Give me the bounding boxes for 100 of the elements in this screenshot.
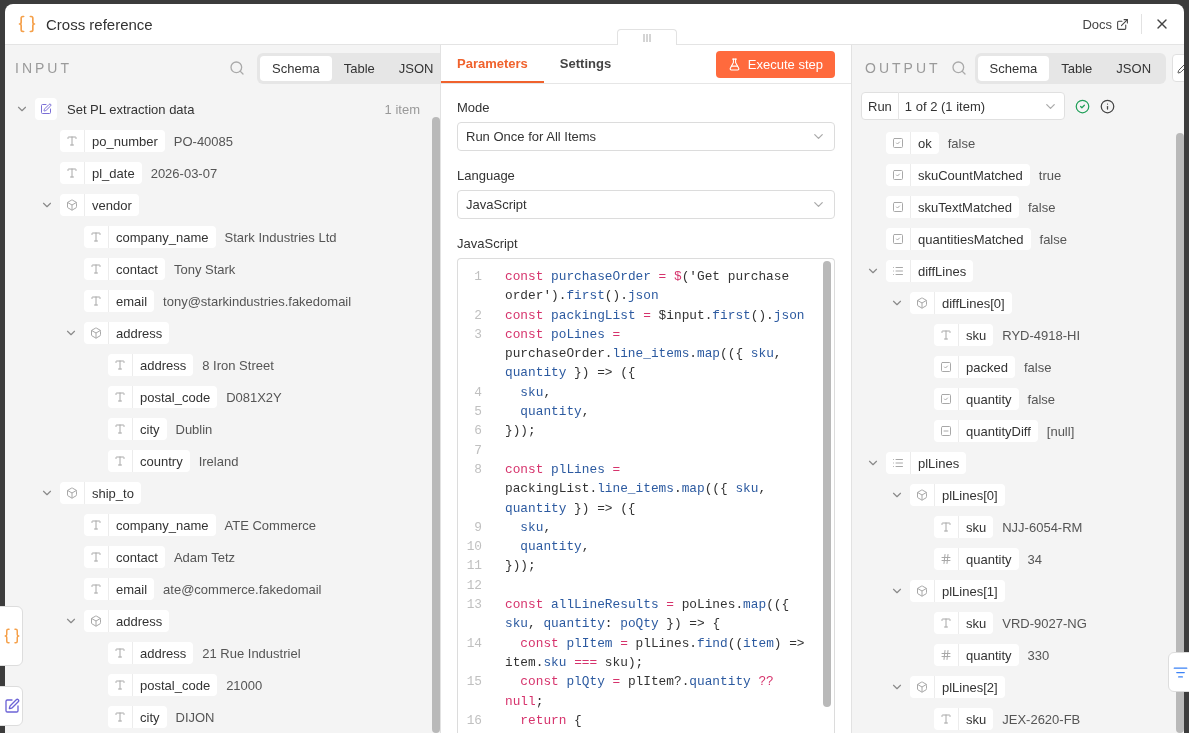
code-line: })); — [505, 422, 537, 441]
field-key: quantityDiff — [934, 420, 1038, 442]
field-label: Language — [457, 168, 516, 183]
field-value: 8 Iron Street — [202, 357, 274, 373]
field-value: Dublin — [175, 421, 213, 437]
field-key: ship_to — [60, 482, 141, 504]
field-key: diffLines — [886, 260, 974, 282]
field-value: [null] — [1046, 423, 1075, 439]
field-key: quantity — [934, 644, 1019, 666]
field-value: Tony Stark — [173, 261, 236, 277]
code-line: sku, — [519, 383, 553, 402]
field-key: po_number — [60, 130, 165, 152]
field-key: country — [108, 450, 190, 472]
field-value: 21000 — [226, 677, 263, 693]
line-number: 15 — [465, 673, 482, 692]
code-line: })); — [505, 557, 537, 576]
field-value: VRD-9027-NG — [1002, 615, 1087, 631]
panel-tab[interactable]: Settings — [543, 45, 628, 83]
code-line: quantity, — [519, 538, 591, 557]
field-value: JEX-2620-FB — [1002, 711, 1081, 727]
field-value: true — [1038, 167, 1062, 183]
field-key: address — [108, 354, 194, 376]
field-key: ok — [886, 132, 939, 154]
code-line: quantity, — [519, 403, 591, 422]
field-value: tony@starkindustries.fakedomail — [163, 293, 352, 309]
language-select[interactable]: JavaScript — [457, 190, 835, 219]
field-key: address — [108, 642, 194, 664]
code-line: const plItem = plLines.find((item) => item.sku === sku); — [505, 634, 806, 672]
line-number: 6 — [473, 422, 482, 441]
field-key: email — [84, 290, 155, 312]
view-tab[interactable]: Table — [1049, 55, 1105, 81]
field-key: plLines[0] — [910, 484, 1005, 506]
item-count: 1 item — [384, 101, 420, 117]
line-number: 12 — [465, 576, 482, 595]
mode-select[interactable]: Run Once for All Items — [457, 122, 835, 151]
field-key: skuTextMatched — [886, 196, 1019, 218]
field-key: quantity — [934, 548, 1019, 570]
field-key: address — [84, 322, 170, 344]
line-number: 14 — [465, 634, 482, 653]
source-node-name: Set PL extraction data — [67, 101, 196, 117]
field-value: D081X2Y — [226, 389, 282, 405]
field-key: city — [108, 418, 167, 440]
line-number: 11 — [465, 557, 482, 576]
field-value: Ireland — [198, 453, 239, 469]
line-number: 10 — [465, 538, 482, 557]
field-value: NJJ-6054-RM — [1002, 519, 1083, 535]
line-number: 7 — [473, 441, 482, 460]
field-value: Adam Tetz — [173, 549, 236, 565]
field-value: RYD-4918-HI — [1002, 327, 1081, 343]
field-value: 330 — [1027, 647, 1050, 663]
view-tab[interactable]: JSON — [386, 55, 440, 81]
field-value: DIJON — [175, 709, 215, 725]
field-value: false — [1027, 199, 1056, 215]
view-tab[interactable]: Schema — [260, 55, 332, 81]
field-value: false — [947, 135, 976, 151]
field-value: 2026-03-07 — [150, 165, 218, 181]
code-line: const plQty = plItem?.quantity ?? null; — [505, 673, 775, 711]
line-number: 1 — [473, 268, 482, 286]
code-line: const poLines = purchaseOrder.line_items.map(({ sku, quantity }) => ({ — [505, 325, 783, 383]
field-value: 21 Rue Industriel — [202, 645, 301, 661]
field-key: contact — [84, 546, 165, 568]
view-tab[interactable]: Schema — [977, 55, 1050, 81]
line-number: 9 — [473, 518, 482, 537]
field-key: diffLines[0] — [910, 292, 1012, 314]
line-number: 5 — [473, 403, 482, 422]
run-select[interactable]: Run 1 of 2 (1 item) — [861, 92, 1065, 120]
line-number: 8 — [473, 460, 482, 479]
field-key: quantitiesMatched — [886, 228, 1031, 250]
field-key: plLines[2] — [910, 676, 1005, 698]
line-number: 2 — [473, 306, 482, 325]
field-key: plLines — [886, 452, 967, 474]
field-key: sku — [934, 324, 994, 346]
line-number: 13 — [465, 596, 482, 615]
field-value: false — [1023, 359, 1052, 375]
field-key: skuCountMatched — [886, 164, 1030, 186]
line-number: 3 — [473, 325, 482, 344]
field-key: pl_date — [60, 162, 142, 184]
docs-link[interactable]: Docs — [1082, 16, 1129, 32]
view-tab[interactable]: Table — [331, 55, 387, 81]
code-line: const packingList = $input.first().json — [505, 306, 806, 325]
field-value: ate@commerce.fakedomail — [163, 581, 322, 597]
code-line: sku, — [519, 518, 553, 537]
panel-heading: INPUT — [15, 60, 72, 76]
field-value: ATE Commerce — [224, 517, 316, 533]
dialog-title: Cross reference — [46, 15, 154, 33]
field-key: contact — [84, 258, 165, 280]
field-key: city — [108, 706, 167, 728]
code-line: return { — [519, 711, 583, 730]
view-tab[interactable]: JSON — [1104, 55, 1163, 81]
field-key: sku — [934, 708, 994, 730]
field-value: false — [1039, 231, 1067, 247]
line-number: 16 — [465, 711, 482, 730]
field-key: sku — [934, 516, 994, 538]
field-label: Mode — [457, 100, 491, 115]
line-number: 4 — [473, 383, 482, 402]
panel-heading: OUTPUT — [865, 60, 941, 76]
field-value: 34 — [1027, 551, 1042, 567]
field-key: packed — [934, 356, 1015, 378]
field-label: JavaScript — [457, 236, 519, 251]
field-key: company_name — [84, 226, 216, 248]
